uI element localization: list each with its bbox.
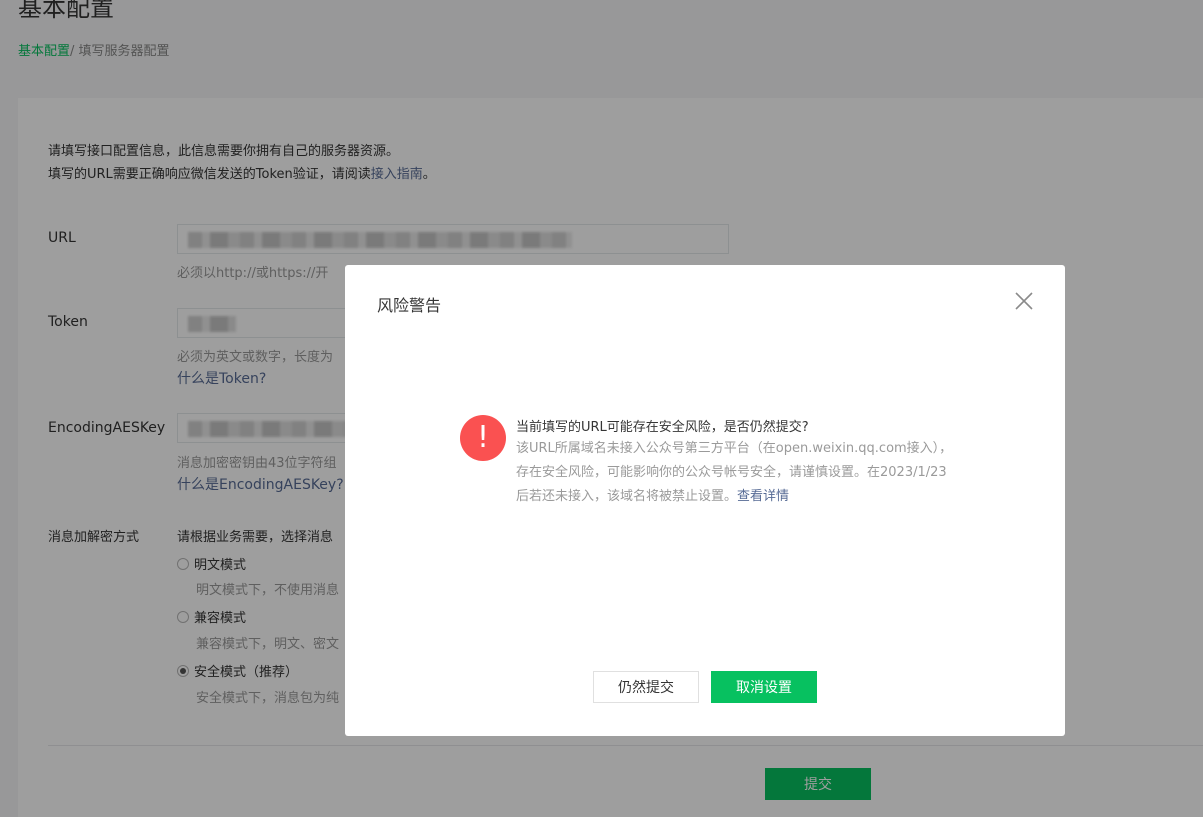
dialog-title: 风险警告 <box>377 296 442 315</box>
view-details-link[interactable]: 查看详情 <box>737 489 789 504</box>
risk-warning-dialog: 风险警告 ! 当前填写的URL可能存在安全风险，是否仍然提交? 该URL所属域名… <box>345 265 1065 736</box>
warning-body-text: 该URL所属域名未接入公众号第三方平台（在open.weixin.qq.com接… <box>516 441 953 504</box>
warning-body: 该URL所属域名未接入公众号第三方平台（在open.weixin.qq.com接… <box>516 437 956 509</box>
submit-anyway-button[interactable]: 仍然提交 <box>593 671 699 703</box>
cancel-setting-button[interactable]: 取消设置 <box>711 671 817 703</box>
warning-icon: ! <box>460 415 506 461</box>
warning-title: 当前填写的URL可能存在安全风险，是否仍然提交? <box>516 420 809 435</box>
close-icon[interactable] <box>1012 289 1036 313</box>
